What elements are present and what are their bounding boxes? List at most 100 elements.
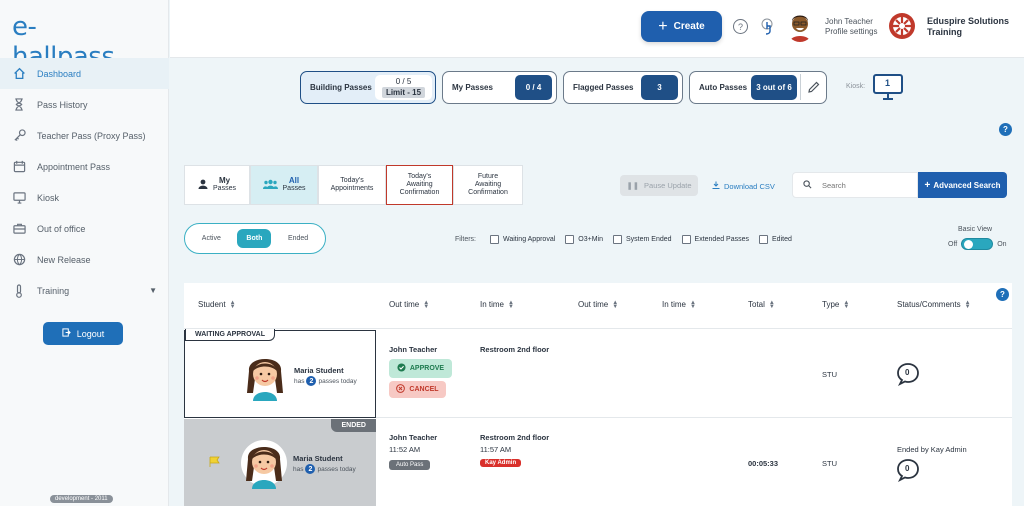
user-name: John Teacher [825,17,873,26]
sort-icon: ▲ ▼ [964,299,971,310]
student-avatar [241,349,289,401]
ehallpass-logo[interactable]: e-hallpass [12,12,115,72]
touch-icon[interactable] [760,18,776,36]
tab-my-passes[interactable]: My Passes [184,165,250,205]
segment-both[interactable]: Both [237,229,272,248]
filters-bar: Filters: Waiting Approval O3+Min System … [455,235,802,244]
comment-count: 0 [905,464,910,473]
out-teacher: John Teacher [389,345,438,354]
school-info: Eduspire Solutions Training [927,16,1009,38]
header-student[interactable]: Student ▲ ▼ [198,299,236,310]
search-input[interactable] [822,180,902,190]
profile-settings-link[interactable]: Profile settings [825,27,877,37]
building-passes-counter[interactable]: Building Passes 0 / 5 Limit - 15 [300,71,436,104]
student-name[interactable]: Maria Student [293,454,343,463]
chevron-down-icon[interactable]: ▼ [149,286,157,295]
hourglass-icon [12,98,26,112]
ended-tag: ENDED [331,419,376,432]
plus-icon: + [658,17,668,35]
pause-update-button[interactable]: ❚❚ Pause Update [620,175,698,196]
help-icon[interactable]: ? [999,123,1012,136]
tab-today-appointments[interactable]: Today's Appointments [318,165,386,205]
header-type[interactable]: Type ▲ ▼ [822,300,849,310]
school-sub: Training [927,27,963,37]
flagged-passes-counter[interactable]: Flagged Passes 3 [563,71,683,104]
kiosk-monitor-icon[interactable]: 1 [872,74,904,100]
sidebar-item-teacher-pass[interactable]: Teacher Pass (Proxy Pass) [0,120,169,151]
pass-tabs: My Passes All Passes Today's Appointments T… [184,165,523,205]
sidebar-item-pass-history[interactable]: Pass History [0,89,169,120]
sidebar-item-out-of-office[interactable]: Out of office [0,213,169,244]
sidebar-item-training[interactable]: Training ▼ [0,275,169,306]
advanced-search-button[interactable]: + Advanced Search [918,172,1007,198]
tab-today-awaiting[interactable]: Today's Awaiting Confirmation [386,165,453,205]
pencil-icon[interactable] [800,74,826,100]
sort-icon: ▲ ▼ [508,299,514,310]
sidebar-item-dashboard[interactable]: Dashboard [0,58,169,89]
user-profile[interactable]: John Teacher Profile settings [825,17,877,37]
header-in-time-2[interactable]: In time ▲ ▼ [662,299,696,310]
header-total[interactable]: Total ▲ ▼ [748,299,775,310]
comment-bubble-icon[interactable]: 0 [896,362,920,387]
flag-icon[interactable] [209,455,221,467]
person-icon [198,179,208,192]
header-status-comments[interactable]: Status/Comments ▲ ▼ [897,299,971,310]
filter-edited[interactable]: Edited [759,235,792,244]
sort-icon: ▲ ▼ [768,299,775,310]
sidebar-item-appointment-pass[interactable]: Appointment Pass [0,151,169,182]
filter-o3-min[interactable]: O3+Min [565,235,603,244]
filter-waiting-approval[interactable]: Waiting Approval [490,235,555,244]
filter-system-ended[interactable]: System Ended [613,235,672,244]
create-label: Create [673,21,705,32]
basic-view-toggle[interactable] [961,238,994,250]
cancel-button[interactable]: CANCEL [389,381,446,398]
building-count: 0 / 5 [395,77,412,86]
student-name[interactable]: Maria Student [294,366,344,375]
sort-icon: ▲ ▼ [690,299,696,310]
sidebar-item-kiosk[interactable]: Kiosk [0,182,169,213]
help-icon[interactable]: ? [996,288,1009,301]
checkbox[interactable] [490,235,499,244]
download-csv-link[interactable]: Download CSV [712,181,775,191]
school-logo [888,12,916,40]
student-cell[interactable]: ENDED Maria Student has 2 passes today [184,419,376,506]
checkbox[interactable] [565,235,575,244]
sidebar-item-new-release[interactable]: New Release [0,244,169,275]
segment-ended[interactable]: Ended [279,229,317,248]
checkbox[interactable] [681,235,691,244]
user-avatar[interactable] [786,12,814,42]
x-icon [396,384,406,395]
filter-label: Edited [772,236,792,243]
tab-future-awaiting[interactable]: Future Awaiting Confirmation [453,165,523,205]
passes-table: Student ▲ ▼ Out time ▲ ▼ In time ▲ ▼ Out time ▲… [184,283,1012,506]
help-icon[interactable]: ? [733,19,748,34]
header-out-time-2[interactable]: Out time ▲ ▼ [578,300,618,310]
student-cell[interactable]: WAITING APPROVAL Maria Student has 2 pas… [184,329,376,418]
pass-type: STU [822,459,837,468]
table-row[interactable]: ENDED Maria Student has 2 passes today J… [184,419,1012,506]
tab-all-passes[interactable]: All Passes [250,165,318,205]
header-out-time[interactable]: Out time ▲ ▼ [389,300,429,310]
table-row[interactable]: WAITING APPROVAL Maria Student has 2 pas… [184,329,1012,418]
logout-button[interactable]: Logout [43,322,123,345]
building-passes-box: 0 / 5 Limit - 15 [375,75,432,100]
checkbox[interactable] [613,235,622,244]
comment-bubble-icon[interactable]: 0 [896,458,920,483]
header-label: In time [662,300,687,309]
checkbox[interactable] [759,235,769,244]
calendar-icon [12,160,26,174]
my-passes-counter[interactable]: My Passes 0 / 4 [442,71,557,104]
filter-extended-passes[interactable]: Extended Passes [681,235,749,244]
tab-label: Today's Appointments [330,177,374,192]
header-in-time[interactable]: In time ▲ ▼ [480,299,514,310]
sort-icon: ▲ ▼ [229,299,236,310]
kiosk-count: 1 [885,78,891,88]
header-label: Out time [578,300,609,309]
approve-button[interactable]: APPROVE [389,359,452,378]
toggle-knob [964,240,974,249]
flagged-count: 3 [641,75,678,100]
create-button[interactable]: + Create [641,11,722,42]
header-label: Student [198,300,226,309]
tab-label: All Passes [282,176,306,193]
segment-active[interactable]: Active [193,229,230,248]
